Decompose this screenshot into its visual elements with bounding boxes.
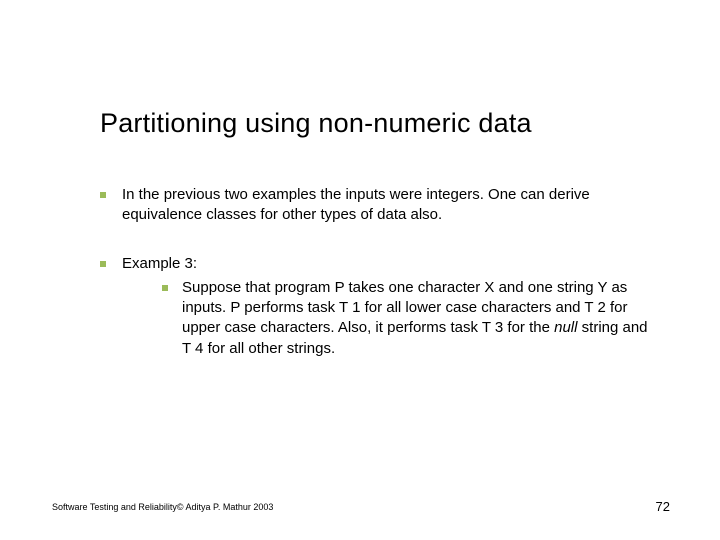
bullet-text: Example 3: Suppose that program P takes … bbox=[122, 254, 660, 359]
bullet-text: In the previous two examples the inputs … bbox=[122, 185, 660, 226]
footer-page-number: 72 bbox=[656, 499, 670, 514]
sub-bullet-text: Suppose that program P takes one charact… bbox=[182, 278, 660, 359]
slide-body: In the previous two examples the inputs … bbox=[100, 185, 660, 387]
bullet-item: Example 3: Suppose that program P takes … bbox=[100, 254, 660, 359]
bullet-square-icon bbox=[100, 261, 106, 267]
bullet-square-icon bbox=[162, 285, 168, 291]
sub-text-em: null bbox=[554, 319, 577, 336]
bullet-item: In the previous two examples the inputs … bbox=[100, 185, 660, 226]
bullet-label: Example 3: bbox=[122, 255, 197, 272]
sub-bullet-block: Suppose that program P takes one charact… bbox=[162, 278, 660, 359]
footer-copyright: Software Testing and Reliability© Aditya… bbox=[52, 502, 273, 512]
bullet-square-icon bbox=[100, 192, 106, 198]
slide-title: Partitioning using non-numeric data bbox=[100, 108, 532, 139]
sub-bullet-item: Suppose that program P takes one charact… bbox=[162, 278, 660, 359]
slide: Partitioning using non-numeric data In t… bbox=[0, 0, 720, 540]
